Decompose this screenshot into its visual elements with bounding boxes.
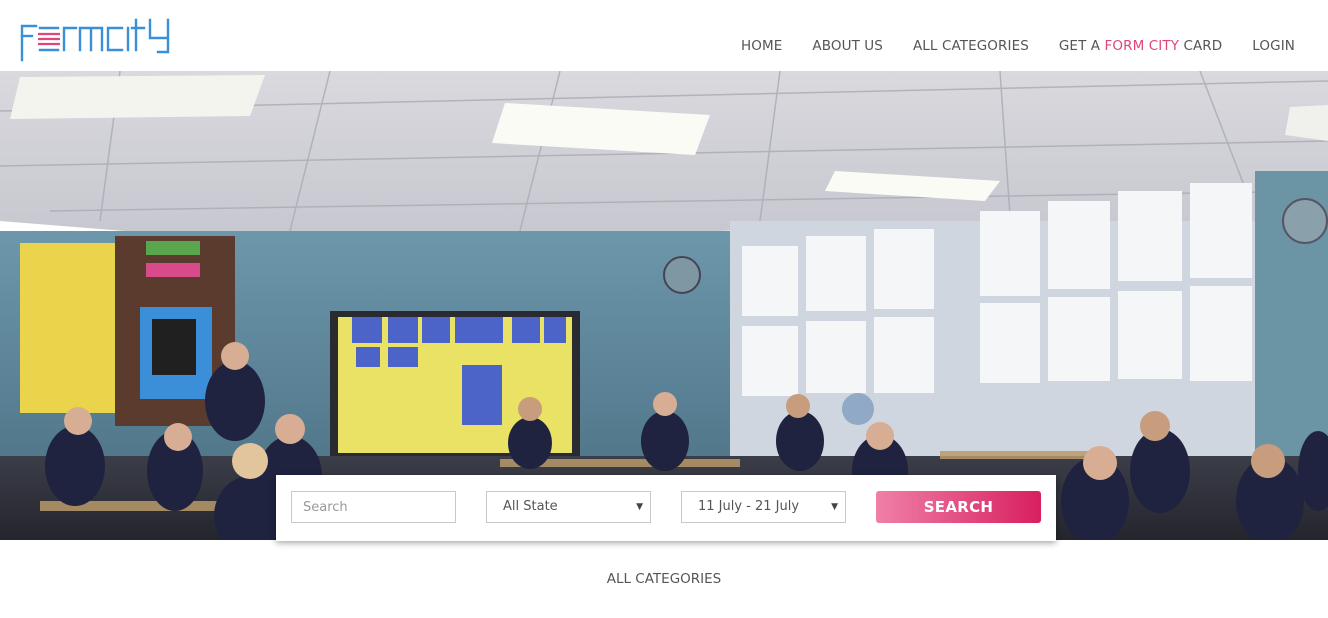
state-select[interactable]: All State ▼ [486, 491, 651, 523]
formcity-logo[interactable] [18, 14, 174, 64]
section-title-all-categories: ALL CATEGORIES [606, 571, 722, 587]
nav-get-card-suffix: CARD [1179, 38, 1223, 54]
chevron-down-icon: ▼ [636, 502, 643, 512]
date-range-value: 11 July - 21 July [698, 499, 800, 514]
nav-all-categories[interactable]: ALL CATEGORIES [913, 38, 1029, 54]
search-input[interactable] [291, 491, 456, 523]
classroom-photo [0, 71, 1328, 540]
state-select-value: All State [503, 499, 558, 514]
header: HOME ABOUT US ALL CATEGORIES GET A FORM … [0, 0, 1328, 71]
nav-home[interactable]: HOME [741, 38, 782, 54]
nav-get-card-highlight: FORM CITY [1104, 38, 1180, 54]
nav-about-us[interactable]: ABOUT US [812, 38, 883, 54]
search-button[interactable]: SEARCH [876, 491, 1041, 523]
hero-banner [0, 71, 1328, 540]
date-range-select[interactable]: 11 July - 21 July ▼ [681, 491, 846, 523]
nav-login[interactable]: LOGIN [1252, 38, 1295, 54]
chevron-down-icon: ▼ [831, 502, 838, 512]
search-bar: All State ▼ 11 July - 21 July ▼ SEARCH [276, 475, 1056, 541]
nav-get-card[interactable]: GET A FORM CITY CARD [1059, 38, 1222, 54]
nav-get-card-prefix: GET A [1058, 38, 1105, 54]
main-nav: HOME ABOUT US ALL CATEGORIES GET A FORM … [741, 38, 1295, 54]
